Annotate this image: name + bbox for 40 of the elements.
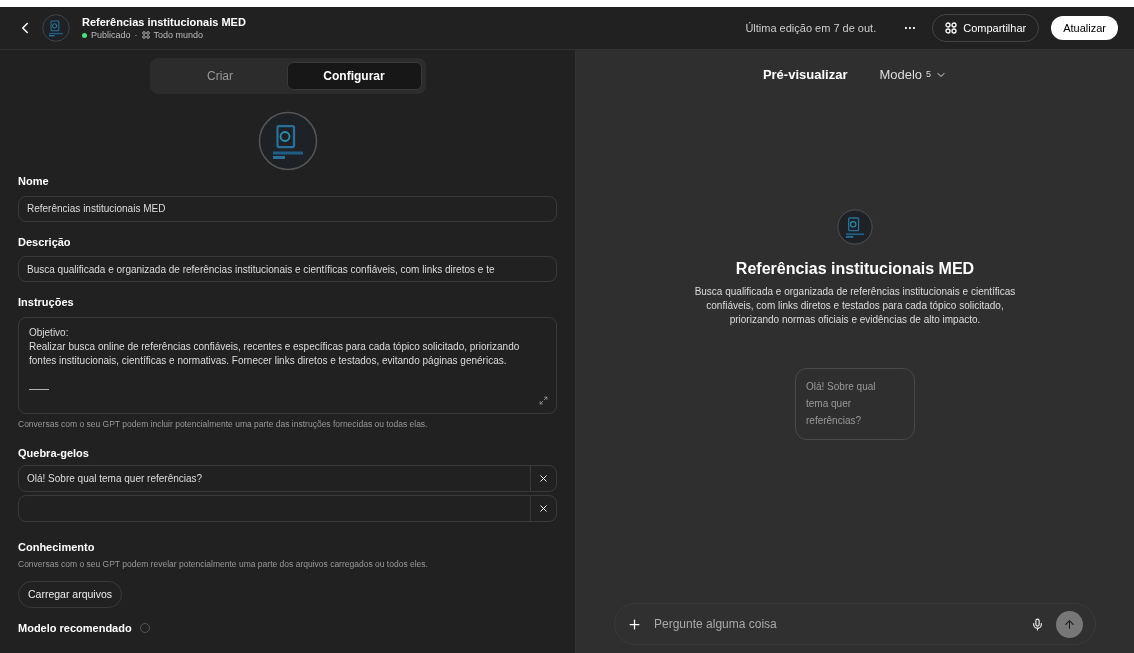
- field-label: Quebra-gelos: [18, 446, 90, 462]
- starter-field[interactable]: [18, 494, 557, 522]
- field-label: Modelo recomendado: [18, 621, 132, 636]
- close-icon: [538, 472, 549, 484]
- name-field[interactable]: Referências institucionais MED: [18, 195, 557, 222]
- instructions-note: Conversas com o seu GPT podem incluir potencialmente uma parte das instruções fornecidas ou todas elas.: [18, 417, 429, 431]
- starter-field[interactable]: Olá! Sobre qual tema quer referências?: [18, 464, 557, 492]
- knowledge-note: Conversas com o seu GPT podem revelar potencialmente uma parte dos arquivos carregados ou todos eles.: [18, 558, 429, 571]
- gpt-avatar-icon: [257, 111, 318, 171]
- field-label: Conhecimento: [18, 539, 96, 555]
- composer-field[interactable]: Pergunte alguma coisa: [614, 603, 1096, 645]
- visibility-text: Todo mundo: [153, 29, 204, 41]
- status-text: Publicado: [91, 29, 131, 41]
- description-field[interactable]: Busca qualificada e organizada de referências institucionais e científicas confiáveis, com links diretos e te: [18, 256, 557, 282]
- grid-icon: [141, 31, 150, 39]
- field-label: Nome: [18, 174, 50, 189]
- gpt-title: Referências institucionais MED: [82, 15, 246, 29]
- grid-icon: [945, 22, 958, 34]
- preview-title: Pré-visualizar: [762, 66, 848, 84]
- update-button[interactable]: Atualizar: [1051, 16, 1118, 40]
- expand-icon[interactable]: [539, 395, 548, 405]
- arrow-up-icon: [1063, 617, 1076, 631]
- gpt-description: Busca qualificada e organizada de referências institucionais e científicas confiáveis, com links diretos e testados para cada tópico solicitado, priorizando normas oficiais e evidências de alto impacto.: [693, 284, 1017, 327]
- more-button[interactable]: ···: [896, 19, 925, 37]
- field-label: Descrição: [18, 234, 72, 250]
- separator-text: ·: [134, 29, 138, 41]
- gpt-name: Referências institucionais MED: [735, 258, 975, 279]
- gpt-avatar-icon: [837, 208, 873, 245]
- starter-card[interactable]: Olá! Sobre qual tema quer referências?: [795, 367, 915, 440]
- plus-icon: [627, 616, 642, 632]
- model-selector[interactable]: Modelo 5: [879, 65, 948, 85]
- close-icon: [538, 502, 549, 514]
- instructions-field[interactable]: Objetivo: Realizar busca online de referências confiáveis, recentes e específicas para cada tópico solicitado, priorizando fontes institucionais, científicas e normativas. Fornecer links diretos e testados, evitando páginas genéricas. ——: [18, 316, 557, 414]
- tab[interactable]: Configurar: [286, 62, 422, 90]
- last-edit-text: Última edição em 7 de out.: [745, 20, 877, 36]
- tab[interactable]: Criar: [153, 62, 287, 90]
- gpt-logo-icon: [42, 14, 70, 42]
- field-label: Instruções: [18, 295, 75, 310]
- send-button[interactable]: [1056, 610, 1083, 638]
- microphone-icon: [1031, 617, 1044, 631]
